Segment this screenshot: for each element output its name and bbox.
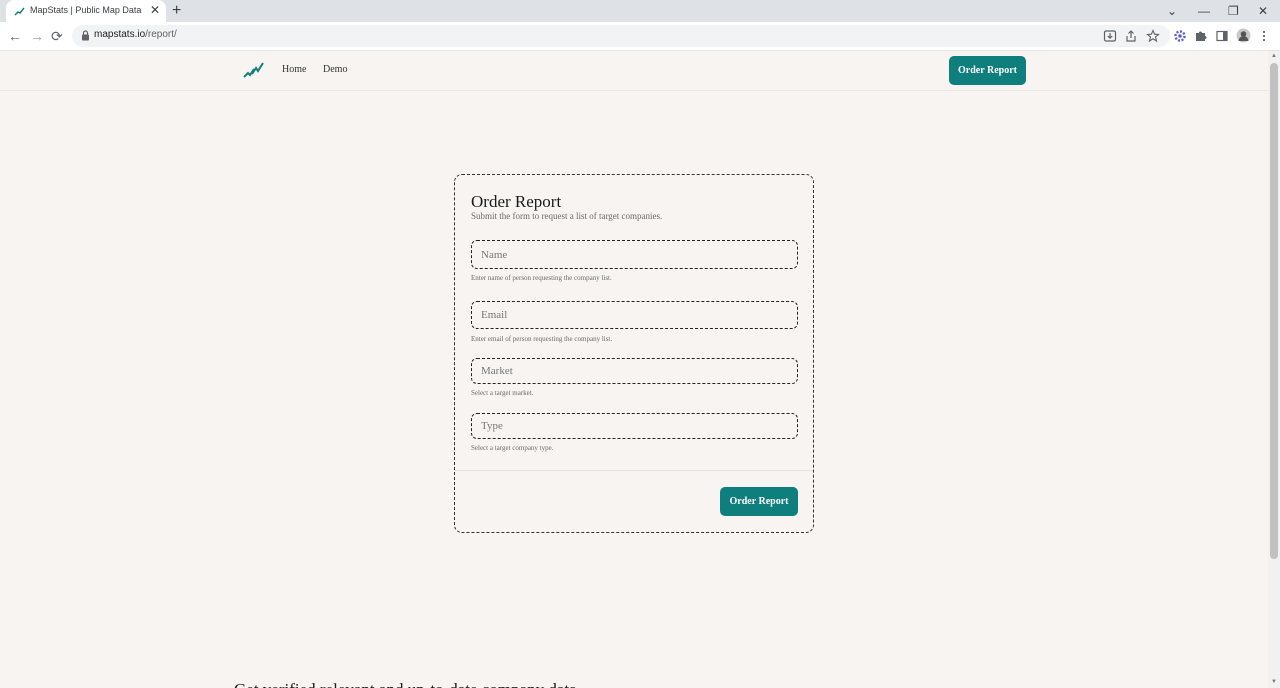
close-tab-icon[interactable]: ✕ bbox=[150, 3, 160, 17]
bookmark-star-icon[interactable] bbox=[1146, 29, 1160, 43]
extensions-puzzle-icon[interactable] bbox=[1194, 29, 1208, 43]
section-heading: Get verified relevant and up-to-date com… bbox=[234, 680, 577, 688]
tab-search-icon[interactable]: ⌄ bbox=[1167, 2, 1177, 20]
url-path: /report/ bbox=[145, 29, 177, 40]
url-text: mapstats.io/report/ bbox=[94, 29, 177, 40]
chart-trend-icon bbox=[14, 7, 25, 16]
restore-button[interactable]: ❐ bbox=[1228, 2, 1239, 20]
name-field[interactable] bbox=[471, 240, 798, 269]
minimize-button[interactable]: — bbox=[1198, 2, 1210, 20]
type-select[interactable] bbox=[471, 413, 798, 439]
tab-title: MapStats | Public Map Data bbox=[30, 5, 142, 15]
browser-menu-icon[interactable] bbox=[1259, 29, 1269, 43]
email-input[interactable] bbox=[472, 302, 797, 328]
scrollbar-thumb[interactable] bbox=[1270, 63, 1278, 559]
side-panel-icon[interactable] bbox=[1215, 29, 1229, 43]
scroll-down-arrow-icon[interactable]: ▼ bbox=[1270, 678, 1278, 686]
type-input[interactable] bbox=[472, 414, 797, 438]
scroll-up-arrow-icon[interactable]: ▲ bbox=[1270, 52, 1278, 60]
share-icon[interactable] bbox=[1124, 29, 1138, 43]
lock-icon[interactable] bbox=[81, 30, 90, 41]
mapstats-logo-icon[interactable] bbox=[243, 61, 265, 79]
market-hint: Select a target market. bbox=[471, 389, 534, 397]
email-field[interactable] bbox=[471, 301, 798, 329]
browser-toolbar: ← → ⟳ mapstats.io/report/ bbox=[0, 22, 1280, 51]
reload-button[interactable]: ⟳ bbox=[51, 26, 63, 46]
market-input[interactable] bbox=[472, 359, 797, 383]
back-button[interactable]: ← bbox=[8, 26, 22, 46]
browser-tab-bar: MapStats | Public Map Data ✕ + ⌄ — ❐ ✕ bbox=[0, 0, 1280, 22]
form-subtitle: Submit the form to request a list of tar… bbox=[471, 211, 663, 221]
site-header: Home Demo Order Report bbox=[0, 51, 1268, 91]
url-domain: mapstats.io bbox=[94, 29, 146, 40]
name-input[interactable] bbox=[472, 241, 797, 268]
new-tab-button[interactable]: + bbox=[172, 2, 181, 20]
form-title: Order Report bbox=[471, 192, 562, 211]
page-scrollbar[interactable]: ▲ ▼ bbox=[1268, 51, 1280, 688]
nav-link-home[interactable]: Home bbox=[282, 64, 306, 75]
extension-gear-icon[interactable] bbox=[1173, 29, 1187, 43]
header-order-report-button[interactable]: Order Report bbox=[949, 56, 1026, 85]
type-hint: Select a target company type. bbox=[471, 444, 554, 452]
browser-tab[interactable]: MapStats | Public Map Data ✕ bbox=[6, 0, 166, 22]
profile-avatar-icon[interactable] bbox=[1236, 28, 1251, 43]
submit-order-report-button[interactable]: Order Report bbox=[720, 487, 798, 516]
address-bar[interactable]: mapstats.io/report/ bbox=[72, 25, 1170, 47]
install-app-icon[interactable] bbox=[1103, 29, 1117, 43]
forward-button[interactable]: → bbox=[30, 26, 44, 46]
email-hint: Enter email of person requesting the com… bbox=[471, 335, 613, 343]
close-window-button[interactable]: ✕ bbox=[1258, 2, 1268, 20]
nav-link-demo[interactable]: Demo bbox=[323, 64, 347, 75]
form-divider bbox=[455, 470, 813, 471]
order-report-form: Order Report Submit the form to request … bbox=[454, 174, 814, 533]
name-hint: Enter name of person requesting the comp… bbox=[471, 274, 612, 282]
market-select[interactable] bbox=[471, 358, 798, 384]
